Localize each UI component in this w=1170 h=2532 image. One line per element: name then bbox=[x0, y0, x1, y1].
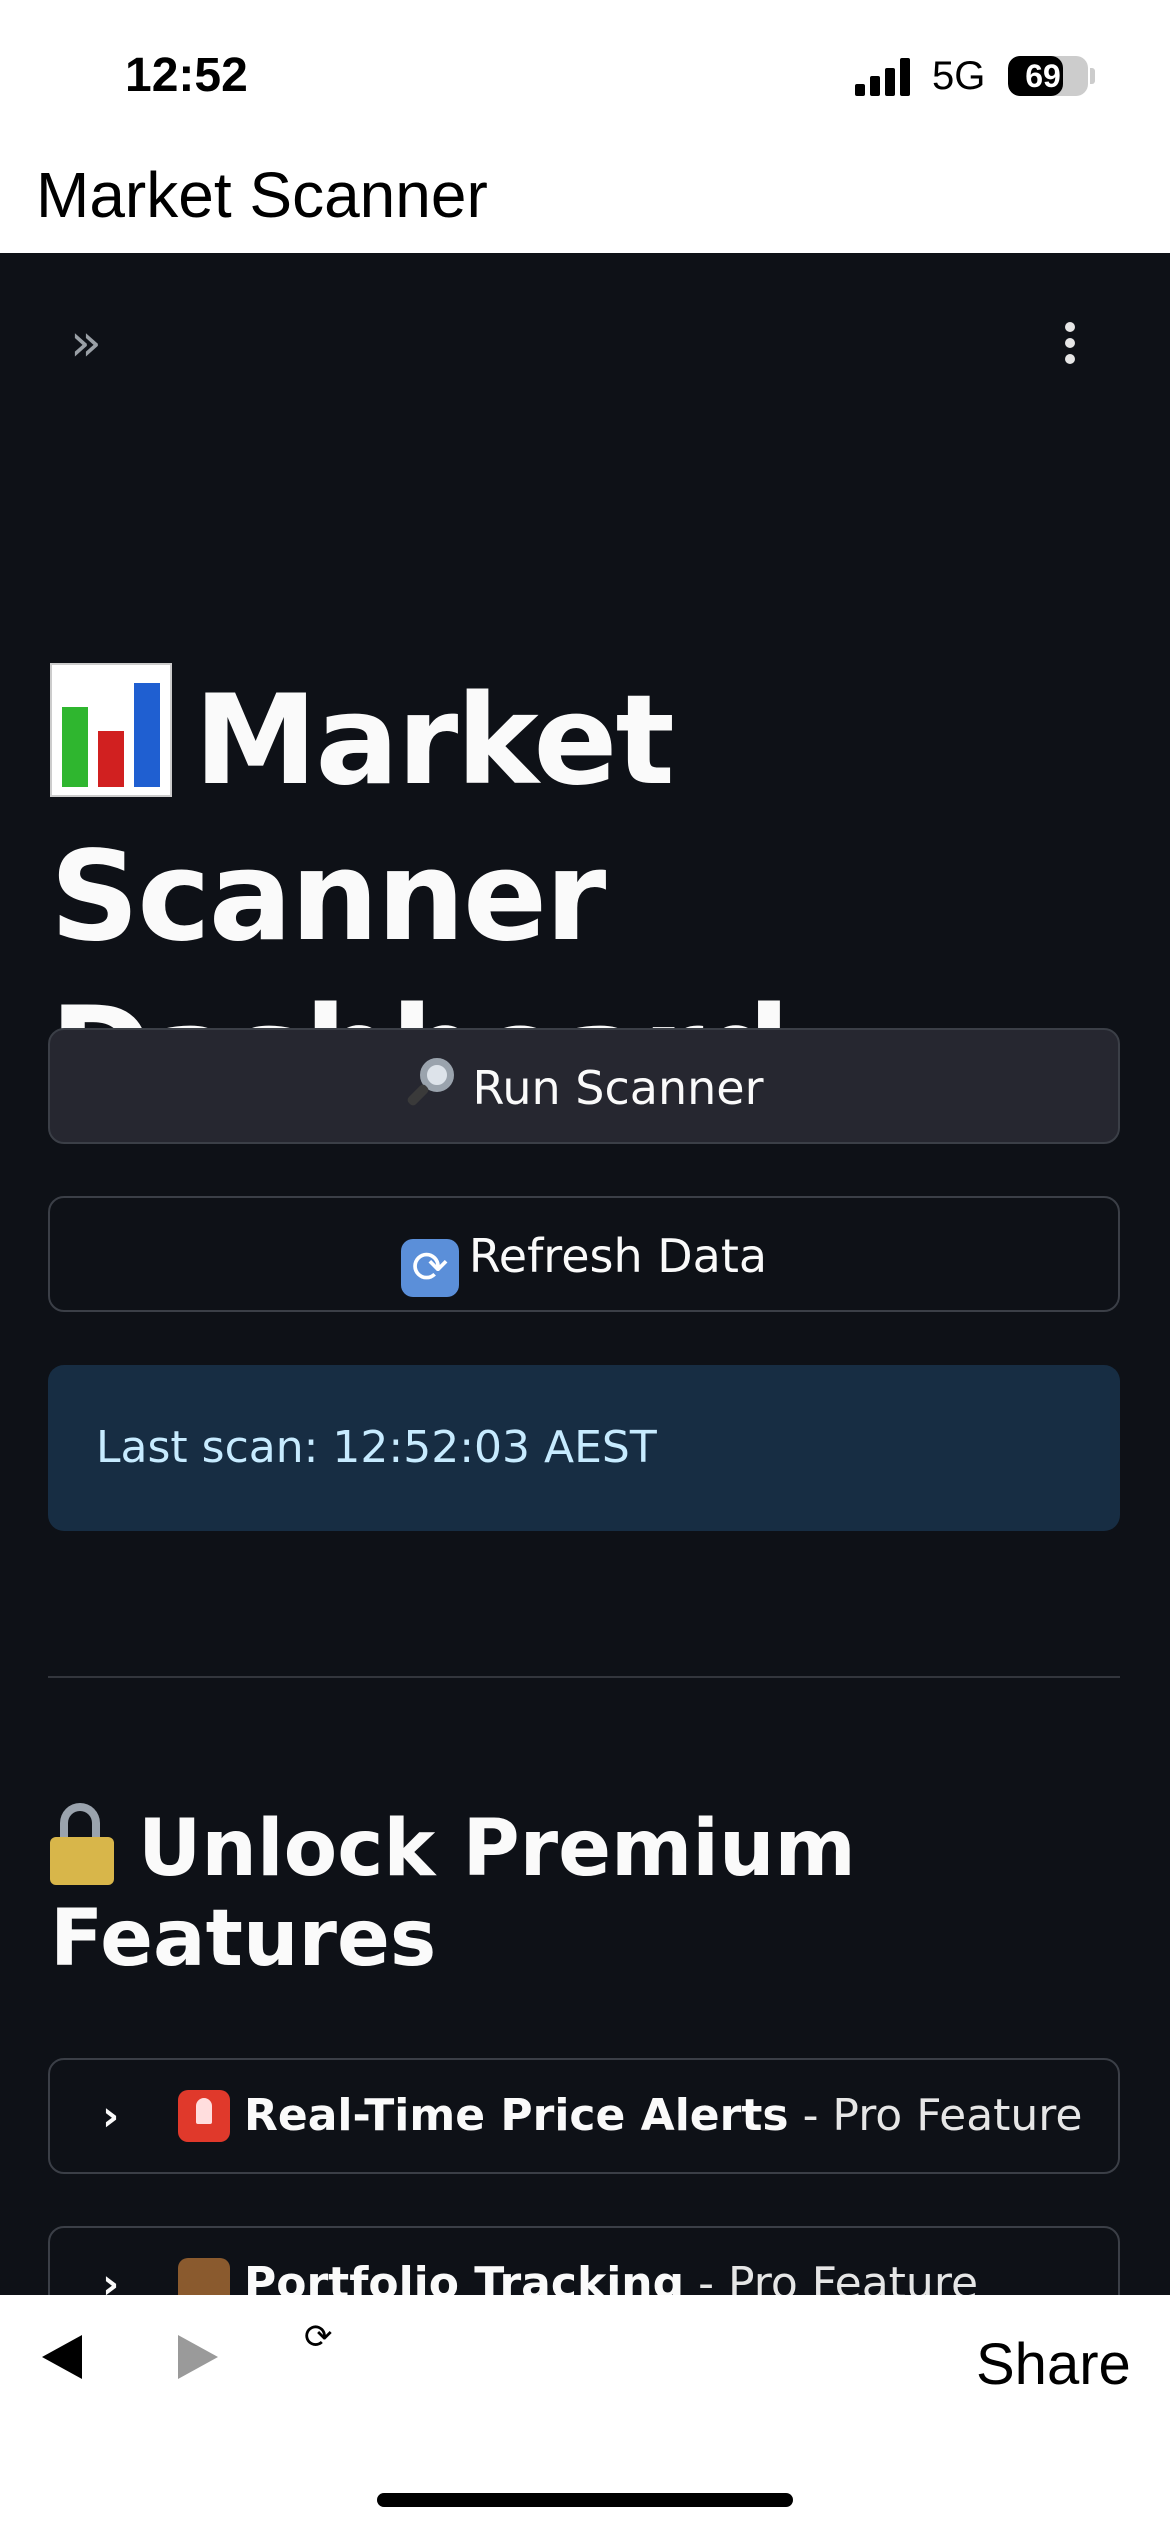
network-label: 5G bbox=[932, 54, 986, 98]
refresh-icon: ⟳ bbox=[400, 1239, 459, 1297]
battery-percent: 69 bbox=[1025, 58, 1061, 94]
status-time: 12:52 bbox=[125, 49, 248, 102]
home-indicator bbox=[377, 2493, 793, 2507]
status-bar: 12:52 5G 69 bbox=[0, 0, 1170, 150]
app-main: » Market Scanner Dashboard Run Scanner ⟳… bbox=[0, 253, 1170, 2295]
run-scanner-label: Run Scanner bbox=[472, 1061, 764, 1115]
share-button[interactable]: Share bbox=[976, 2331, 1131, 2398]
last-scan-info: Last scan: 12:52:03 AEST bbox=[48, 1365, 1120, 1531]
run-scanner-button[interactable]: Run Scanner bbox=[48, 1028, 1120, 1144]
refresh-data-label: Refresh Data bbox=[468, 1229, 768, 1283]
expander-title: Real-Time Price Alerts bbox=[244, 2090, 789, 2141]
expander-portfolio-tracking[interactable]: › Portfolio Tracking - Pro Feature bbox=[48, 2226, 1120, 2295]
reload-icon[interactable]: ⟳ bbox=[304, 2317, 333, 2357]
expander-price-alerts[interactable]: › Real-Time Price Alerts - Pro Feature bbox=[48, 2058, 1120, 2174]
browser-page-title: Market Scanner bbox=[36, 159, 488, 231]
divider bbox=[48, 1676, 1120, 1678]
signal-icon bbox=[855, 58, 915, 96]
premium-section-title: Unlock Premium Features bbox=[50, 1803, 1170, 1984]
forward-icon[interactable] bbox=[178, 2335, 218, 2379]
expander-label: Real-Time Price Alerts - Pro Feature bbox=[244, 2060, 1082, 2172]
briefcase-icon bbox=[178, 2258, 230, 2295]
expander-title: Portfolio Tracking bbox=[244, 2258, 685, 2295]
expander-suffix: - Pro Feature bbox=[788, 2090, 1083, 2141]
expander-label: Portfolio Tracking - Pro Feature bbox=[244, 2228, 978, 2295]
battery-nub bbox=[1090, 68, 1095, 84]
premium-section-title-text: Unlock Premium Features bbox=[50, 1804, 856, 1984]
more-options-icon[interactable] bbox=[1055, 318, 1085, 368]
expander-suffix: - Pro Feature bbox=[684, 2258, 979, 2295]
chevron-right-icon: › bbox=[102, 2091, 120, 2140]
lock-icon bbox=[50, 1803, 114, 1885]
magnifier-icon bbox=[404, 1056, 462, 1114]
siren-icon bbox=[178, 2090, 230, 2142]
back-icon[interactable] bbox=[42, 2335, 82, 2379]
sidebar-expand-icon[interactable]: » bbox=[70, 317, 120, 369]
bar-chart-icon bbox=[50, 663, 172, 797]
browser-toolbar: ⟳ Share bbox=[0, 2295, 1170, 2532]
battery-icon: 69 bbox=[1008, 56, 1088, 96]
refresh-data-button[interactable]: ⟳ Refresh Data bbox=[48, 1196, 1120, 1312]
chevron-right-icon: › bbox=[102, 2259, 120, 2295]
